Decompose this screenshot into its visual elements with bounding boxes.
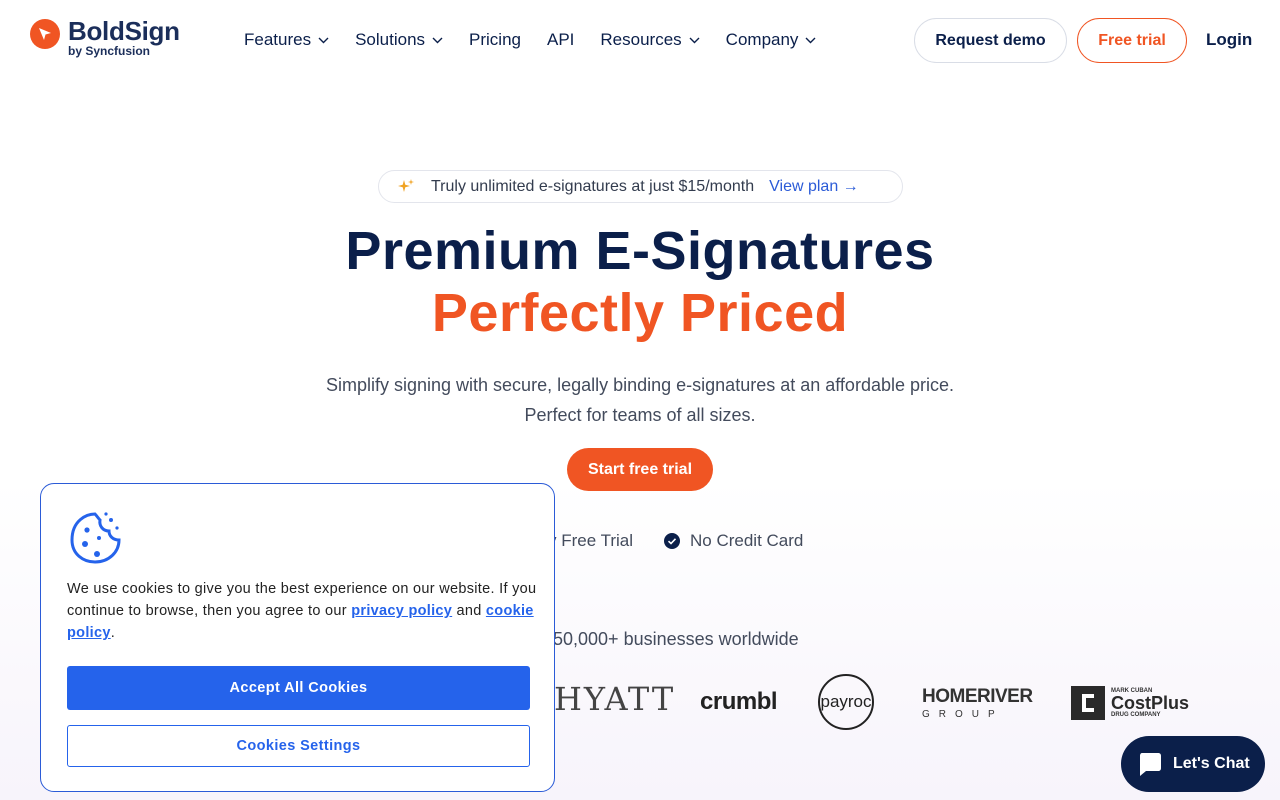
hero-lead-line1: Simplify signing with secure, legally bi… xyxy=(325,375,954,395)
check-circle-icon xyxy=(664,533,680,549)
lets-chat-button[interactable]: Let's Chat xyxy=(1121,736,1265,792)
homeriver-logo-name: HOMERIVER xyxy=(922,686,1033,707)
logo-name: BoldSign xyxy=(68,16,180,46)
login-link[interactable]: Login xyxy=(1206,30,1252,50)
privacy-policy-link[interactable]: privacy policy xyxy=(351,603,452,619)
request-demo-button[interactable]: Request demo xyxy=(914,18,1067,63)
cookie-message: We use cookies to give you the best expe… xyxy=(67,578,537,644)
site-header: BoldSign by Syncfusion Features Solution… xyxy=(0,0,1280,82)
payroc-logo: payroc xyxy=(818,674,874,730)
nav-pricing[interactable]: Pricing xyxy=(469,30,521,50)
feature-free-trial: y Free Trial xyxy=(548,531,634,550)
hero-title-line1: Premium E-Signatures xyxy=(345,221,935,281)
cookie-consent-dialog: We use cookies to give you the best expe… xyxy=(40,483,555,792)
main-nav: Features Solutions Pricing API Resources… xyxy=(244,30,842,50)
chevron-down-icon xyxy=(805,37,816,43)
customer-logos: HYATT crumbl payroc HOMERIVER GROUP MARK… xyxy=(548,672,1208,732)
view-plan-link[interactable]: View plan → xyxy=(769,178,859,196)
hero-lead-line2: Perfect for teams of all sizes. xyxy=(524,405,756,425)
nav-features[interactable]: Features xyxy=(244,30,329,50)
hyatt-logo: HYATT xyxy=(554,680,676,718)
crumbl-logo: crumbl xyxy=(700,688,778,715)
lets-chat-label: Let's Chat xyxy=(1173,755,1250,772)
nav-pricing-label: Pricing xyxy=(469,30,521,49)
cookie-text-after: . xyxy=(110,625,116,641)
hero-title-line2: Perfectly Priced xyxy=(431,283,849,343)
nav-api[interactable]: API xyxy=(547,30,574,50)
nav-company-label: Company xyxy=(725,30,799,49)
promo-text: Truly unlimited e-signatures at just $15… xyxy=(431,177,755,195)
promo-banner[interactable]: Truly unlimited e-signatures at just $15… xyxy=(378,170,903,203)
hero-lead: Simplify signing with secure, legally bi… xyxy=(0,370,1280,430)
homeriver-logo: HOMERIVER GROUP xyxy=(922,686,1033,720)
chevron-down-icon xyxy=(318,37,329,43)
trusted-by-text: 50,000+ businesses worldwide xyxy=(553,629,799,649)
nav-resources-label: Resources xyxy=(600,30,682,49)
nav-solutions-label: Solutions xyxy=(355,30,426,49)
chevron-down-icon xyxy=(689,37,700,43)
cookies-settings-button[interactable]: Cookies Settings xyxy=(67,725,530,767)
chat-bubble-icon xyxy=(1140,753,1161,776)
costplus-mark-icon xyxy=(1071,686,1105,720)
nav-features-label: Features xyxy=(244,30,312,49)
homeriver-logo-group: GROUP xyxy=(922,709,1004,720)
cookie-text-middle: and xyxy=(452,603,486,619)
chevron-down-icon xyxy=(432,37,443,43)
boldsign-logo[interactable]: BoldSign by Syncfusion xyxy=(30,18,180,57)
boldsign-logo-icon xyxy=(30,19,60,49)
feature-no-credit-card: No Credit Card xyxy=(664,531,803,551)
start-free-trial-button[interactable]: Start free trial xyxy=(567,448,713,491)
cookie-icon xyxy=(67,510,123,571)
costplus-big: CostPlus xyxy=(1111,693,1190,713)
nav-resources[interactable]: Resources xyxy=(600,30,700,50)
nav-api-label: API xyxy=(547,30,575,49)
nav-solutions[interactable]: Solutions xyxy=(355,30,443,50)
free-trial-button[interactable]: Free trial xyxy=(1077,18,1187,63)
nav-company[interactable]: Company xyxy=(726,30,817,50)
sparkle-icon xyxy=(398,178,414,192)
costplus-logo: MARK CUBAN CostPlus DRUG COMPANY xyxy=(1071,686,1189,720)
logo-sub: by Syncfusion xyxy=(68,44,151,58)
feature-no-credit-card-label: No Credit Card xyxy=(690,531,804,550)
accept-all-cookies-button[interactable]: Accept All Cookies xyxy=(67,666,530,710)
